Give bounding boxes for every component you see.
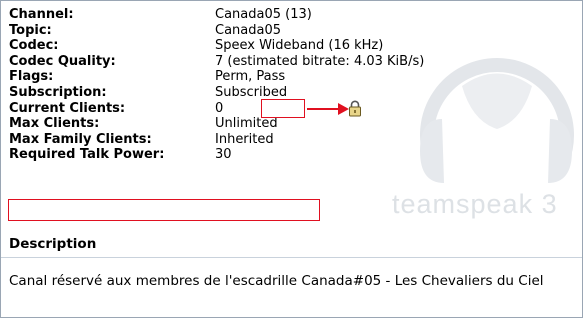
max-family-clients-value: Inherited [215,131,274,147]
channel-info-panel: teamspeak 3 Channel: Canada05 (13) Topic… [0,0,583,318]
description-separator [1,257,582,258]
channel-label: Channel: [9,7,74,22]
description-text: Canal réservé aux membres de l'escadrill… [9,273,544,289]
watermark-text: teamspeak 3 [392,189,558,219]
required-talk-power-value: 30 [215,147,232,163]
flags-value: Perm, Pass [215,69,555,85]
codec-label: Codec: [9,38,59,54]
channel-info-grid: Channel: Canada05 (13) Topic: Canada05 C… [9,7,555,163]
description-title: Description [9,236,97,252]
max-family-clients-label: Max Family Clients: [9,131,152,147]
flags-value-pass: Pass [256,69,286,85]
talk-power-highlight-box [8,199,320,221]
lock-icon [349,100,361,117]
codec-quality-value: 7 (estimated bitrate: 4.03 KiB/s) [215,53,425,69]
subscription-label: Subscription: [9,84,107,100]
flags-value-prefix: Perm, [215,69,257,85]
codec-quality-label: Codec Quality: [9,53,116,69]
topic-value: Canada05 [215,22,282,38]
max-clients-label: Max Clients: [9,116,100,132]
pass-highlight-box [261,99,305,118]
current-clients-label: Current Clients: [9,100,126,116]
flags-label: Flags: [9,69,54,85]
topic-label: Topic: [9,22,52,38]
channel-value: Canada05 (13) [215,7,312,22]
max-clients-value: Unlimited [215,116,278,132]
arrow-right-icon [307,103,349,115]
required-talk-power-label: Required Talk Power: [9,147,165,163]
codec-value: Speex Wideband (16 kHz) [215,38,384,54]
